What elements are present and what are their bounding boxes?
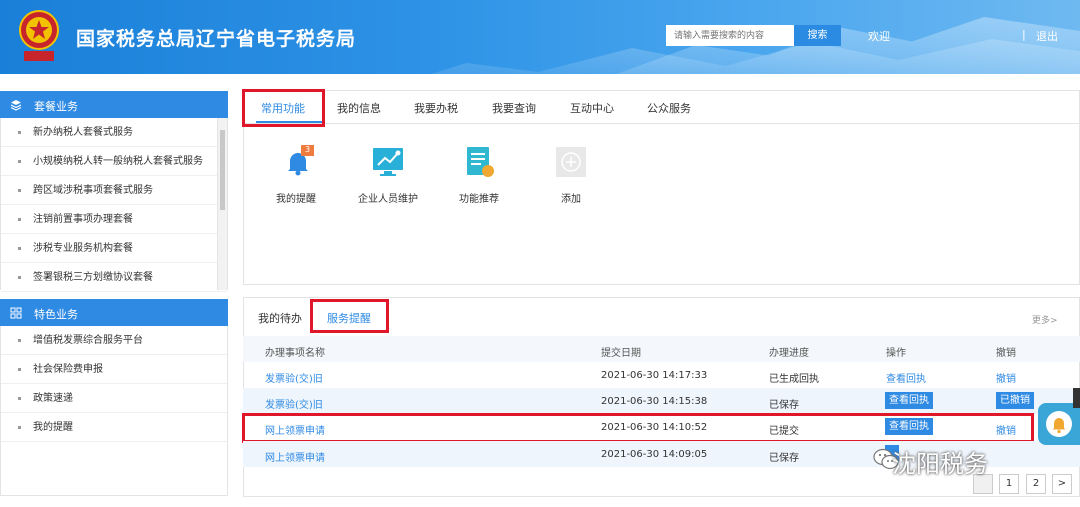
table-row: 发票验(交)旧 2021-06-30 14:15:38 已保存 查看回执 已撤销 xyxy=(243,388,1080,414)
pager-next[interactable]: > xyxy=(1052,474,1072,494)
column-header: 撤销 xyxy=(996,348,1016,359)
function-recommend[interactable]: 功能推荐 xyxy=(439,144,519,205)
monitor-icon xyxy=(373,148,403,176)
table-header: 办理事项名称 提交日期 办理进度 操作 撤销 xyxy=(243,336,1080,362)
table-row: 发票验(交)旧 2021-06-30 14:17:33 已生成回执 查看回执 撤… xyxy=(243,362,1080,388)
pager-page[interactable]: 1 xyxy=(999,474,1019,494)
sidebar-section-title: 特色业务 xyxy=(34,308,78,321)
sidebar-special-list: 增值税发票综合服务平台 社会保险费申报 政策速递 我的提醒 xyxy=(0,326,228,496)
submit-date: 2021-06-30 14:09:05 xyxy=(601,449,708,460)
document-icon xyxy=(467,147,494,177)
tax-emblem-logo xyxy=(19,10,59,61)
sidebar-section-special[interactable]: 特色业务 xyxy=(0,299,228,326)
highlight-box xyxy=(310,299,389,333)
layers-icon xyxy=(10,100,22,111)
header-separator: | xyxy=(1022,28,1026,41)
column-header: 办理进度 xyxy=(769,348,809,359)
status-text: 已保存 xyxy=(769,400,799,411)
sidebar-item[interactable]: 涉税专业服务机构套餐 xyxy=(1,234,227,263)
tab-tax-handling[interactable]: 我要办税 xyxy=(414,100,458,116)
grid-icon xyxy=(10,307,22,319)
sidebar-section-package[interactable]: 套餐业务 xyxy=(0,91,228,118)
submit-date: 2021-06-30 14:17:33 xyxy=(601,370,708,381)
tab-my-todo[interactable]: 我的待办 xyxy=(258,310,302,326)
sidebar-item[interactable]: 我的提醒 xyxy=(1,413,227,442)
view-receipt-link[interactable]: 查看回执 xyxy=(886,370,926,385)
site-title: 国家税务总局辽宁省电子税务局 xyxy=(76,28,357,50)
function-label: 我的提醒 xyxy=(276,194,316,205)
search-input[interactable] xyxy=(666,25,794,46)
sidebar-item[interactable]: 签署银税三方划缴协议套餐 xyxy=(1,263,227,292)
sidebar-scrollbar[interactable] xyxy=(217,118,227,290)
welcome-text: 欢迎 xyxy=(868,30,890,43)
tab-query[interactable]: 我要查询 xyxy=(492,100,536,116)
watermark-text: 沈阳税务 xyxy=(892,450,988,478)
more-link[interactable]: 更多> xyxy=(1032,313,1058,326)
tab-public-service[interactable]: 公众服务 xyxy=(647,100,691,116)
sidebar-item[interactable]: 社会保险费申报 xyxy=(1,355,227,384)
sidebar-item[interactable]: 增值税发票综合服务平台 xyxy=(1,326,227,355)
function-my-reminder[interactable]: 3 我的提醒 xyxy=(256,144,336,205)
header-banner: 国家税务总局辽宁省电子税务局 搜索 欢迎 | 退出 xyxy=(0,0,1080,74)
logout-link[interactable]: 退出 xyxy=(1036,28,1058,44)
function-add[interactable]: 添加 xyxy=(531,144,611,205)
search-button[interactable]: 搜索 xyxy=(794,25,841,46)
sidebar-item[interactable]: 注销前置事项办理套餐 xyxy=(1,205,227,234)
item-name-link[interactable]: 发票验(交)旧 xyxy=(265,370,323,385)
sidebar-item[interactable]: 新办纳税人套餐式服务 xyxy=(1,118,227,147)
scrollbar-thumb[interactable] xyxy=(220,130,225,210)
floating-reminder-button[interactable] xyxy=(1038,403,1080,445)
column-header: 办理事项名称 xyxy=(265,348,325,359)
bell-icon xyxy=(1046,411,1072,437)
side-tool-bar xyxy=(1073,388,1080,408)
function-label: 添加 xyxy=(561,194,581,205)
cancelled-button[interactable]: 已撤销 xyxy=(996,392,1034,409)
function-label: 功能推荐 xyxy=(459,194,499,205)
view-receipt-button[interactable]: 查看回执 xyxy=(885,392,933,409)
sidebar-item[interactable]: 政策速递 xyxy=(1,384,227,413)
sidebar-package-list: 新办纳税人套餐式服务 小规模纳税人转一般纳税人套餐式服务 跨区域涉税事项套餐式服… xyxy=(0,118,228,292)
item-name-link[interactable]: 发票验(交)旧 xyxy=(265,396,323,411)
highlight-box xyxy=(242,89,325,127)
pager-page[interactable]: 2 xyxy=(1026,474,1046,494)
cancel-link[interactable]: 撤销 xyxy=(996,370,1016,385)
tab-my-info[interactable]: 我的信息 xyxy=(337,100,381,116)
function-staff-maintenance[interactable]: 企业人员维护 xyxy=(348,144,428,205)
highlight-box xyxy=(242,413,1034,443)
notification-badge: 3 xyxy=(305,145,311,154)
column-header: 操作 xyxy=(886,348,906,359)
sidebar-section-title: 套餐业务 xyxy=(34,100,78,113)
status-text: 已生成回执 xyxy=(769,374,819,385)
sidebar-item[interactable]: 跨区域涉税事项套餐式服务 xyxy=(1,176,227,205)
item-name-link[interactable]: 网上领票申请 xyxy=(265,449,325,464)
plus-icon xyxy=(556,147,586,177)
submit-date: 2021-06-30 14:15:38 xyxy=(601,396,708,407)
tab-interaction-center[interactable]: 互动中心 xyxy=(570,100,614,116)
sidebar-item[interactable]: 小规模纳税人转一般纳税人套餐式服务 xyxy=(1,147,227,176)
function-label: 企业人员维护 xyxy=(358,194,418,205)
column-header: 提交日期 xyxy=(601,348,641,359)
status-text: 已保存 xyxy=(769,453,799,464)
